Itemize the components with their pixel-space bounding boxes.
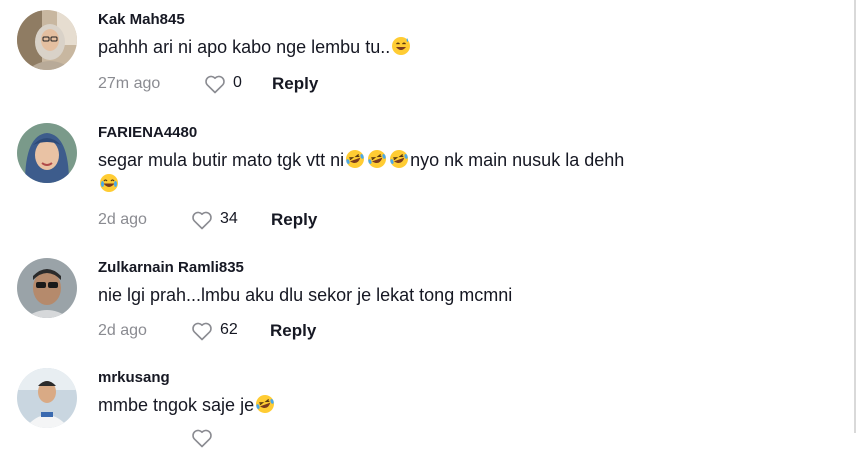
reply-button[interactable]: Reply (270, 321, 316, 341)
rofl-emoji-icon (346, 150, 365, 168)
avatar[interactable] (17, 368, 77, 428)
heart-icon[interactable] (190, 426, 214, 450)
sweat-smile-emoji-icon (392, 37, 411, 55)
comment-item: mrkusang mmbe tngok saje je (17, 368, 817, 448)
comment-username[interactable]: mrkusang (98, 368, 798, 388)
rofl-emoji-icon (368, 150, 387, 168)
reply-button[interactable]: Reply (271, 210, 317, 230)
comment-username[interactable]: Zulkarnain Ramli835 (98, 258, 798, 278)
comment-item: Zulkarnain Ramli835 nie lgi prah...lmbu … (17, 258, 817, 358)
comment-timestamp: 2d ago (98, 322, 147, 339)
like-count: 34 (220, 210, 238, 227)
reply-button[interactable]: Reply (272, 74, 318, 94)
comment-text: nie lgi prah...lmbu aku dlu sekor je lek… (98, 285, 513, 305)
avatar[interactable] (17, 123, 77, 183)
like-count: 0 (233, 74, 242, 91)
comment-text: segar mula butir mato tgk vtt ni nyo nk m… (98, 148, 798, 196)
comment-item: FARIENA4480 segar mula butir mato tgk vt… (17, 123, 817, 243)
avatar[interactable] (17, 258, 77, 318)
like-button[interactable] (190, 426, 214, 455)
heart-icon[interactable] (190, 208, 214, 232)
joy-emoji-icon (100, 174, 118, 192)
like-count: 62 (220, 321, 238, 338)
comment-item: Kak Mah845 pahhh ari ni apo kabo nge lem… (17, 10, 817, 110)
heart-icon[interactable] (203, 72, 227, 96)
heart-icon[interactable] (190, 319, 214, 343)
comment-username[interactable]: FARIENA4480 (98, 123, 798, 143)
rofl-emoji-icon (256, 395, 275, 413)
rofl-emoji-icon (390, 150, 409, 168)
comment-username[interactable]: Kak Mah845 (98, 10, 798, 30)
comment-text: mmbe tngok saje je (98, 393, 798, 417)
comment-timestamp: 27m ago (98, 75, 161, 92)
comment-timestamp: 2d ago (98, 211, 147, 228)
comment-text: pahhh ari ni apo kabo nge lembu tu.. (98, 35, 798, 59)
avatar[interactable] (17, 10, 77, 70)
